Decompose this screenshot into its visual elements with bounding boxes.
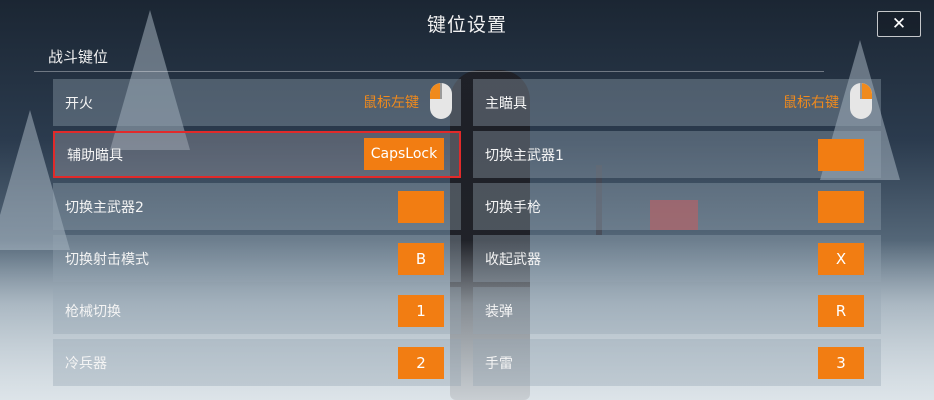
key-binding-button[interactable]: 2 — [398, 347, 444, 379]
keybinding-row[interactable]: 开火 鼠标左键 — [53, 79, 461, 126]
mouse-binding-text[interactable]: 鼠标左键 — [363, 92, 419, 112]
key-binding-button[interactable]: CapsLock — [364, 138, 444, 170]
key-binding-button[interactable]: X — [818, 243, 864, 275]
right-column: 主瞄具 鼠标右键 切换主武器1 切换手枪收起武器 X 装弹 R 手雷 3 — [473, 79, 881, 391]
keybinding-row[interactable]: 冷兵器 2 — [53, 339, 461, 386]
keybinding-row[interactable]: 装弹 R — [473, 287, 881, 334]
left-column: 开火 鼠标左键 辅助瞄具 CapsLock 切换主武器2 切换射击模式 B 枪械切换 1 冷兵器 2 — [53, 79, 461, 391]
close-icon: ✕ — [891, 13, 907, 34]
keybinding-row[interactable]: 辅助瞄具 CapsLock — [53, 131, 461, 178]
key-binding-button[interactable] — [818, 139, 864, 171]
keybinding-row[interactable]: 枪械切换 1 — [53, 287, 461, 334]
keybinding-row[interactable]: 切换主武器2 — [53, 183, 461, 230]
keybinding-row[interactable]: 手雷 3 — [473, 339, 881, 386]
mouse-divider — [860, 83, 862, 99]
keybinding-row[interactable]: 收起武器 X — [473, 235, 881, 282]
keybinding-grid: 开火 鼠标左键 辅助瞄具 CapsLock 切换主武器2 切换射击模式 B 枪械切换 1 冷兵器 2… — [53, 79, 882, 400]
key-binding-button[interactable]: B — [398, 243, 444, 275]
keybinding-row[interactable]: 切换手枪 — [473, 183, 881, 230]
key-binding-button[interactable]: 1 — [398, 295, 444, 327]
key-binding-button[interactable]: 3 — [818, 347, 864, 379]
keybinding-row[interactable]: 切换射击模式 B — [53, 235, 461, 282]
mouse-button-highlight — [861, 83, 872, 99]
mouse-icon — [430, 83, 452, 119]
key-binding-button[interactable] — [818, 191, 864, 223]
mouse-icon — [850, 83, 872, 119]
page-title: 键位设置 — [426, 14, 507, 36]
keybinding-row[interactable]: 主瞄具 鼠标右键 — [473, 79, 881, 126]
section-title: 战斗键位 — [48, 48, 109, 66]
key-binding-button[interactable] — [398, 191, 444, 223]
keybinding-row[interactable]: 切换主武器1 — [473, 131, 881, 178]
key-binding-button[interactable]: R — [818, 295, 864, 327]
mouse-divider — [440, 83, 442, 99]
close-button[interactable]: ✕ — [877, 11, 921, 37]
key-settings-panel: 键位设置 ✕ 战斗键位 开火 鼠标左键 辅助瞄具 CapsLock 切换主武器2 切换射击… — [0, 0, 934, 400]
section-divider — [34, 71, 824, 72]
mouse-binding-text[interactable]: 鼠标右键 — [783, 92, 839, 112]
